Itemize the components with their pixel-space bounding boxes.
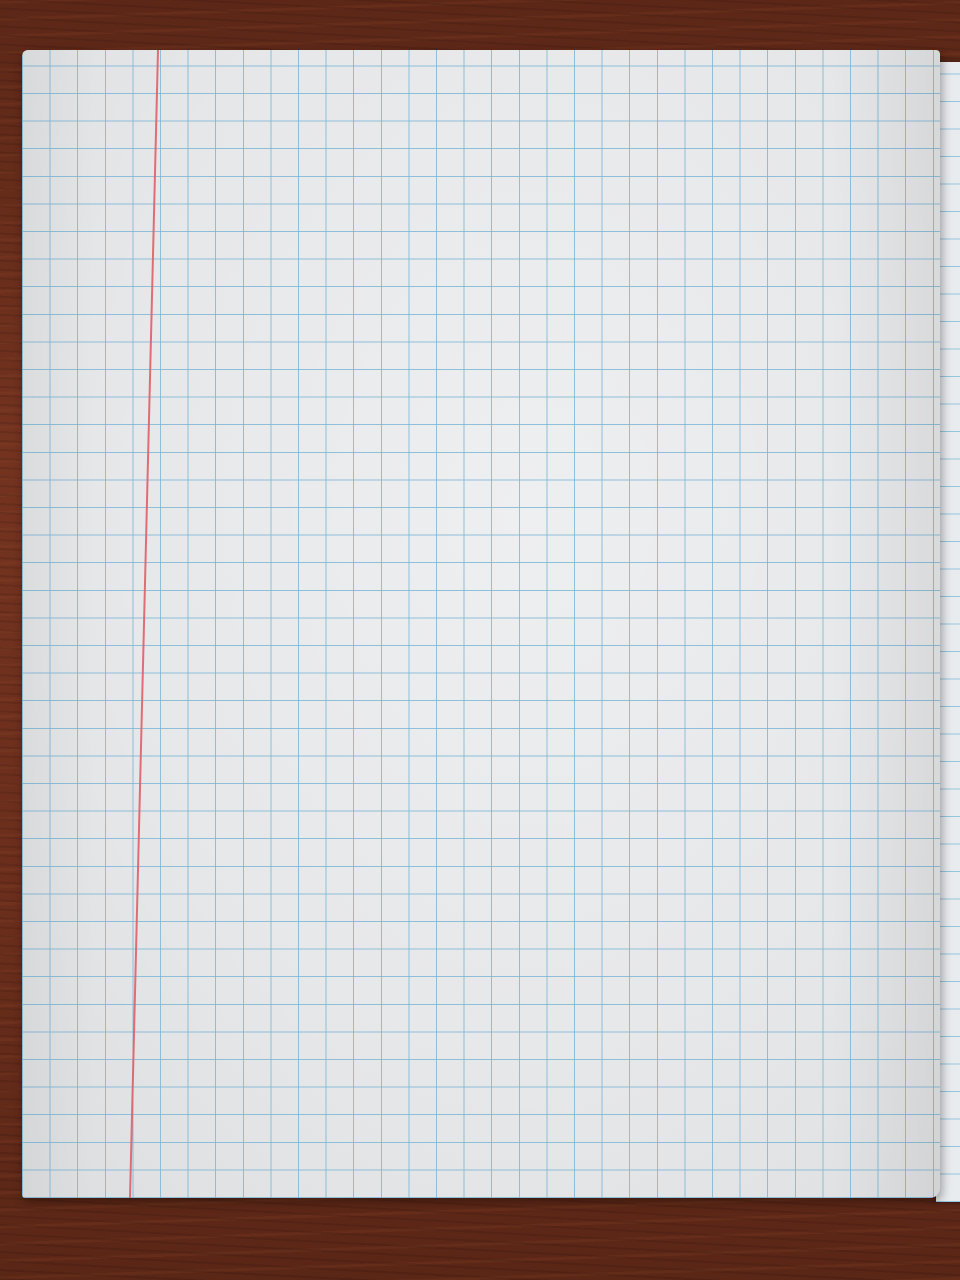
red-margin-line	[129, 50, 159, 1198]
photo-scene	[0, 0, 960, 1280]
graph-paper-sheet	[22, 50, 940, 1198]
